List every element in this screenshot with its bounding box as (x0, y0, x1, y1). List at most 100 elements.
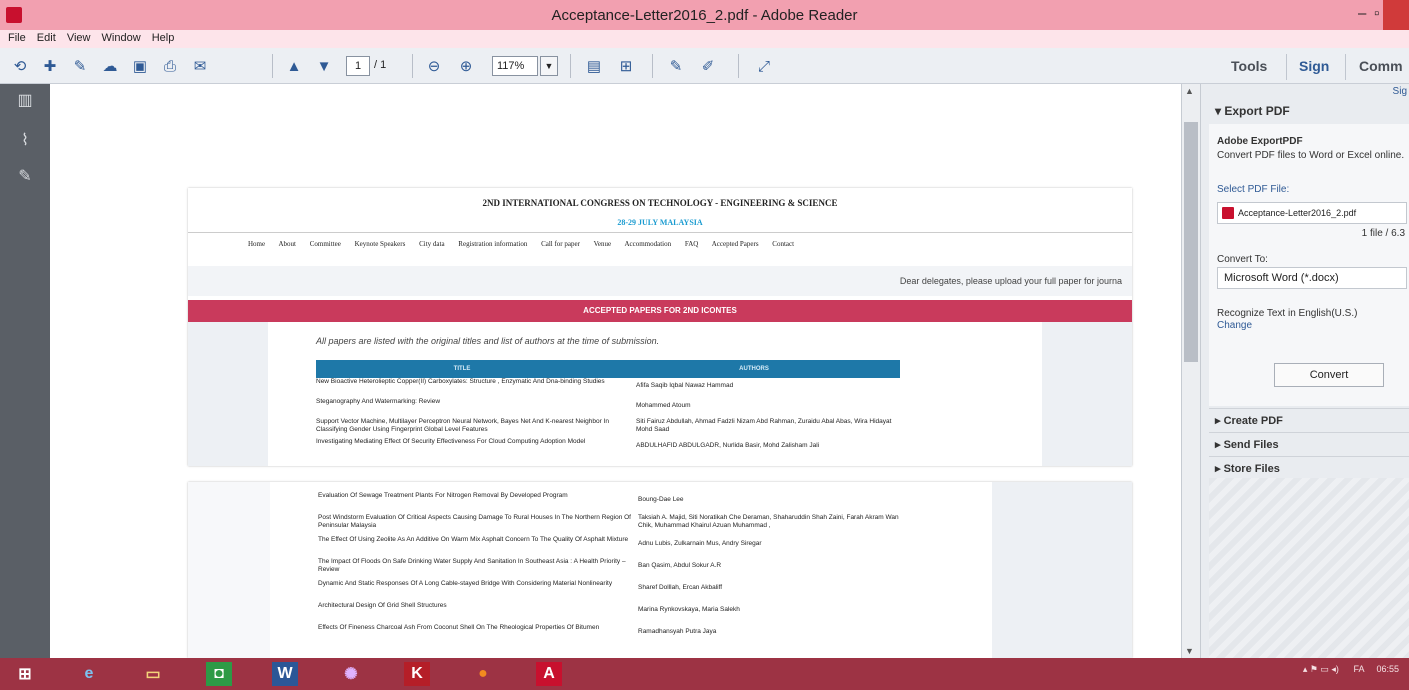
conf-nav-item[interactable]: Registration information (458, 240, 527, 248)
paper-title: Effects Of Fineness Charcoal Ash From Co… (318, 624, 600, 631)
conf-nav-item[interactable]: Contact (772, 240, 794, 248)
fit-width-icon[interactable]: ⊞ (614, 54, 638, 78)
paper-title: The Impact Of Floods On Safe Drinking Wa… (318, 558, 626, 573)
close-button[interactable] (1383, 0, 1409, 30)
zoom-dropdown-icon[interactable]: ▼ (540, 56, 558, 76)
start-windows-icon[interactable]: ⊞ (12, 662, 38, 686)
conf-nav-item[interactable]: Accommodation (624, 240, 671, 248)
kaspersky-icon[interactable]: K (404, 662, 430, 686)
convert-button[interactable]: Convert (1274, 363, 1384, 387)
store-icon[interactable]: ◘ (206, 662, 232, 686)
next-page-icon[interactable]: ▼ (312, 54, 336, 78)
conf-nav-item[interactable]: Venue (594, 240, 612, 248)
conference-nav: Home About Committee Keynote Speakers Ci… (248, 240, 806, 248)
store-files-section[interactable]: ▸ Store Files (1209, 456, 1409, 480)
paper-title: Dynamic And Static Responses Of A Long C… (318, 580, 613, 587)
service-description: Convert PDF files to Word or Excel onlin… (1217, 150, 1405, 161)
table-row: New Bioactive Heterolieptic Copper(II) C… (316, 378, 900, 398)
paper-authors: Mohammed Atoum (636, 402, 691, 409)
signatures-icon[interactable]: ✎ (15, 166, 35, 186)
conf-nav-item[interactable]: FAQ (685, 240, 698, 248)
expand-arrow-icon: ▾ (1215, 104, 1225, 118)
conf-nav-item[interactable]: Home (248, 240, 265, 248)
accepted-papers-table: TITLE AUTHORS New Bioactive Heteroliepti… (316, 360, 900, 458)
app-icon[interactable]: ✺ (338, 662, 364, 686)
conf-nav-item[interactable]: Call for paper (541, 240, 580, 248)
column-title: TITLE (453, 366, 471, 372)
attachments-icon[interactable]: ⌇ (15, 130, 35, 150)
zoom-in-icon[interactable]: ⊕ (454, 54, 478, 78)
adobe-reader-taskbar-icon[interactable]: A (536, 662, 562, 686)
scroll-down-icon[interactable]: ▼ (1185, 646, 1194, 656)
convert-to-select[interactable]: Microsoft Word (*.docx) (1217, 267, 1407, 289)
paper-authors: Marina Rynkovskaya, Maria Salekh (638, 606, 740, 613)
conf-nav-item[interactable]: City data (419, 240, 444, 248)
table-row: Dynamic And Static Responses Of A Long C… (318, 580, 998, 602)
navigation-pane: ▥ ⌇ ✎ (0, 84, 50, 658)
menu-bar: File Edit View Window Help (0, 30, 1409, 48)
menu-view[interactable]: View (67, 32, 91, 44)
convert-to-label: Convert To: (1217, 254, 1268, 265)
edit-icon[interactable]: ✎ (68, 54, 92, 78)
highlight-icon[interactable]: ✐ (696, 54, 720, 78)
change-language-link[interactable]: Change (1217, 320, 1252, 331)
tray-clock[interactable]: 06:55 (1376, 664, 1399, 674)
scroll-thumb[interactable] (1184, 122, 1198, 362)
fit-page-icon[interactable]: ▤ (582, 54, 606, 78)
document-view[interactable]: 2ND INTERNATIONAL CONGRESS ON TECHNOLOGY… (50, 84, 1181, 658)
sign-button[interactable]: Sign (1299, 58, 1329, 74)
cloud-icon[interactable]: ☁ (98, 54, 122, 78)
print-icon[interactable]: ⎙ (158, 54, 182, 78)
vertical-scrollbar[interactable]: ▲ ▼ (1181, 84, 1200, 658)
tray-icons[interactable]: ▴ ⚑ ▭ ◂) (1303, 664, 1339, 674)
menu-window[interactable]: Window (102, 32, 141, 44)
tools-button[interactable]: Tools (1231, 58, 1267, 74)
firefox-icon[interactable]: ● (470, 662, 496, 686)
internet-explorer-icon[interactable]: e (76, 662, 102, 686)
minimize-button[interactable]: – (1358, 5, 1366, 22)
conf-nav-item[interactable]: About (278, 240, 296, 248)
conference-dates: 28-29 JULY MALAYSIA (617, 218, 703, 227)
maximize-button[interactable]: ▫ (1374, 5, 1379, 22)
scroll-up-icon[interactable]: ▲ (1185, 86, 1194, 96)
expand-icon[interactable]: ⤢ (752, 54, 776, 78)
comment-button[interactable]: Comm (1359, 58, 1403, 74)
selected-file-field[interactable]: Acceptance-Letter2016_2.pdf (1217, 202, 1407, 224)
zoom-input[interactable]: 117% (492, 56, 538, 76)
paper-authors: Ramadhansyah Putra Jaya (638, 628, 717, 635)
previous-page-icon[interactable]: ▲ (282, 54, 306, 78)
conf-nav-item[interactable]: Keynote Speakers (355, 240, 406, 248)
table-row: Steganography And Watermarking: Review M… (316, 398, 900, 418)
send-files-section[interactable]: ▸ Send Files (1209, 432, 1409, 456)
page-thumbnails-icon[interactable]: ▥ (15, 90, 35, 110)
system-tray[interactable]: ▴ ⚑ ▭ ◂) FA 06:55 (1303, 664, 1399, 675)
word-icon[interactable]: W (272, 662, 298, 686)
page-number-input[interactable]: 1 (346, 56, 370, 76)
table-row: Post Windstorm Evaluation Of Critical As… (318, 514, 998, 536)
select-file-label[interactable]: Select PDF File: (1217, 184, 1289, 195)
export-pdf-header[interactable]: ▾ Export PDF (1215, 104, 1290, 118)
conf-nav-item[interactable]: Accepted Papers (712, 240, 759, 248)
save-icon[interactable]: ▣ (128, 54, 152, 78)
table-header: TITLE AUTHORS (316, 360, 900, 378)
table-row: Investigating Mediating Effect Of Securi… (316, 438, 900, 458)
file-count: 1 file / 6.3 (1361, 228, 1405, 239)
menu-help[interactable]: Help (152, 32, 175, 44)
tray-language[interactable]: FA (1353, 664, 1364, 674)
intro-note: All papers are listed with the original … (316, 336, 660, 346)
paper-authors: ABDULHAFID ABDULGADR, Nurlida Basir, Moh… (636, 442, 820, 449)
menu-edit[interactable]: Edit (37, 32, 56, 44)
create-pdf-icon[interactable]: ✚ (38, 54, 62, 78)
conf-nav-item[interactable]: Committee (310, 240, 341, 248)
zoom-out-icon[interactable]: ⊖ (422, 54, 446, 78)
toolbar: ⟲ ✚ ✎ ☁ ▣ ⎙ ✉ ▲ ▼ 1 / 1 ⊖ ⊕ 117% ▼ ▤ ⊞ ✎… (0, 48, 1409, 84)
sign-link[interactable]: Sig (1393, 86, 1407, 97)
upload-notice: Dear delegates, please upload your full … (899, 276, 1122, 286)
menu-file[interactable]: File (8, 32, 26, 44)
create-pdf-section[interactable]: ▸ Create PDF (1209, 408, 1409, 432)
create-icon[interactable]: ⟲ (8, 54, 32, 78)
comment-icon[interactable]: ✎ (664, 54, 688, 78)
file-explorer-icon[interactable]: ▭ (140, 662, 166, 686)
email-icon[interactable]: ✉ (188, 54, 212, 78)
paper-title: Support Vector Machine, Multilayer Perce… (316, 418, 610, 433)
